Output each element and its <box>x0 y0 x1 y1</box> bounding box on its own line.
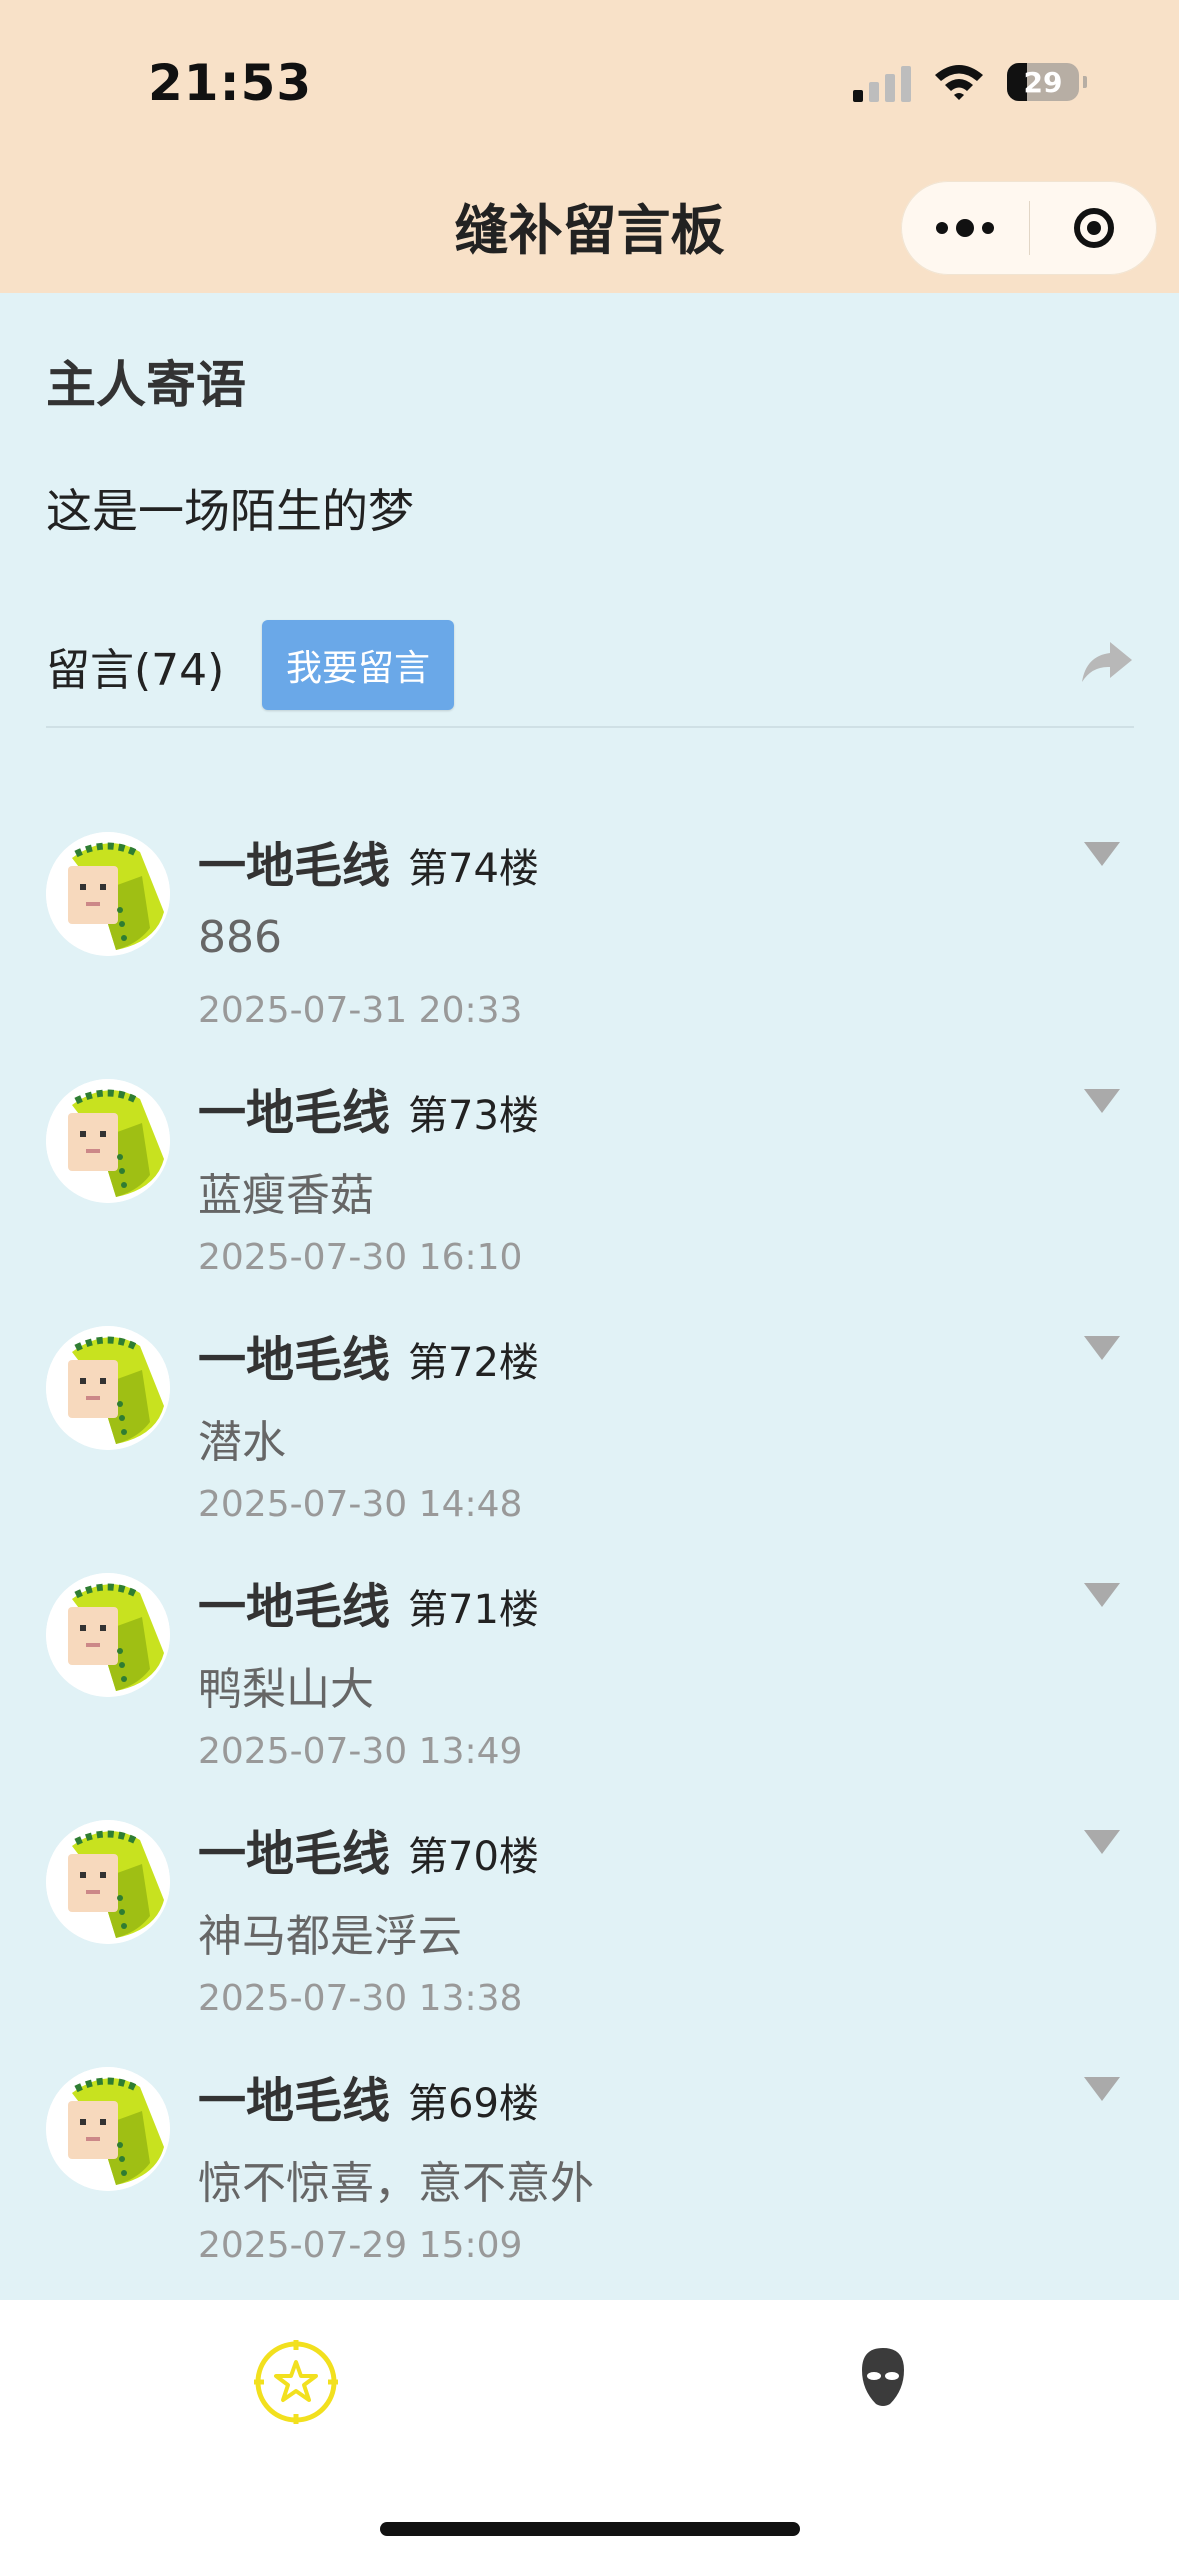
comment-item: 一地毛线 第73楼 蓝瘦香菇 2025-07-30 16:10 <box>46 1079 1136 1319</box>
signal-icon <box>853 62 911 102</box>
comment-header: 一地毛线 第70楼 <box>198 1814 539 1884</box>
comment-floor: 第72楼 <box>408 1340 539 1386</box>
avatar[interactable] <box>46 1079 170 1203</box>
mask-icon[interactable] <box>860 2346 906 2408</box>
comment-author: 一地毛线 <box>198 1332 391 1388</box>
comment-item: 一地毛线 第74楼 886 2025-07-31 20:33 <box>46 832 1136 1072</box>
comment-item: 一地毛线 第71楼 鸭梨山大 2025-07-30 13:49 <box>46 1573 1136 1813</box>
tab-bar <box>0 2300 1179 2556</box>
comment-item: 一地毛线 第69楼 惊不惊喜，意不意外 2025-07-29 15:09 <box>46 2067 1136 2307</box>
messages-bar: 留言(74) 我要留言 <box>46 620 1134 728</box>
write-message-button[interactable]: 我要留言 <box>262 620 454 710</box>
comment-header: 一地毛线 第74楼 <box>198 826 539 896</box>
comment-author: 一地毛线 <box>198 1085 391 1141</box>
comment-author: 一地毛线 <box>198 1826 391 1882</box>
comment-header: 一地毛线 第72楼 <box>198 1320 539 1390</box>
star-compass-icon[interactable] <box>254 2340 338 2424</box>
top-bar: 21:53 29 缝补留言板 <box>0 0 1179 293</box>
comment-header: 一地毛线 第71楼 <box>198 1567 539 1637</box>
caret-down-icon[interactable] <box>1084 1830 1120 1854</box>
avatar[interactable] <box>46 2067 170 2191</box>
battery-level: 29 <box>1023 65 1063 99</box>
comment-content: 蓝瘦香菇 <box>198 1170 374 1221</box>
caret-down-icon[interactable] <box>1084 1583 1120 1607</box>
comment-floor: 第73楼 <box>408 1093 539 1139</box>
avatar[interactable] <box>46 832 170 956</box>
comment-author: 一地毛线 <box>198 838 391 894</box>
comment-content: 惊不惊喜，意不意外 <box>198 2158 594 2209</box>
comment-item: 一地毛线 第72楼 潜水 2025-07-30 14:48 <box>46 1326 1136 1566</box>
wifi-icon <box>935 65 983 100</box>
share-arrow-icon[interactable] <box>1078 634 1134 690</box>
caret-down-icon[interactable] <box>1084 842 1120 866</box>
comment-header: 一地毛线 第69楼 <box>198 2061 539 2131</box>
more-dots-icon[interactable] <box>901 181 1029 275</box>
comment-author: 一地毛线 <box>198 2073 391 2129</box>
avatar[interactable] <box>46 1820 170 1944</box>
comment-date: 2025-07-31 20:33 <box>198 990 523 1031</box>
comment-date: 2025-07-29 15:09 <box>198 2225 523 2266</box>
section-title: 主人寄语 <box>46 356 246 414</box>
battery-icon: 29 <box>1007 63 1087 101</box>
comment-floor: 第71楼 <box>408 1587 539 1633</box>
comment-date: 2025-07-30 14:48 <box>198 1484 523 1525</box>
avatar[interactable] <box>46 1326 170 1450</box>
caret-down-icon[interactable] <box>1084 2077 1120 2101</box>
comment-date: 2025-07-30 13:49 <box>198 1731 523 1772</box>
comment-date: 2025-07-30 13:38 <box>198 1978 523 2019</box>
comment-author: 一地毛线 <box>198 1579 391 1635</box>
home-indicator <box>380 2522 800 2536</box>
caret-down-icon[interactable] <box>1084 1089 1120 1113</box>
status-time: 21:53 <box>148 54 313 112</box>
message-count: 留言(74) <box>46 645 225 696</box>
comment-content: 886 <box>198 912 282 963</box>
comment-content: 潜水 <box>198 1417 286 1468</box>
mini-program-capsule <box>901 181 1157 275</box>
comment-item: 一地毛线 第70楼 神马都是浮云 2025-07-30 13:38 <box>46 1820 1136 2060</box>
caret-down-icon[interactable] <box>1084 1336 1120 1360</box>
comment-content: 鸭梨山大 <box>198 1664 374 1715</box>
avatar[interactable] <box>46 1573 170 1697</box>
comment-floor: 第74楼 <box>408 846 539 892</box>
host-message: 这是一场陌生的梦 <box>46 484 414 538</box>
comment-floor: 第70楼 <box>408 1834 539 1880</box>
target-close-icon[interactable] <box>1030 181 1157 275</box>
comment-header: 一地毛线 第73楼 <box>198 1073 539 1143</box>
comment-floor: 第69楼 <box>408 2081 539 2127</box>
comment-date: 2025-07-30 16:10 <box>198 1237 523 1278</box>
status-icons: 29 <box>853 62 1087 102</box>
comment-content: 神马都是浮云 <box>198 1911 462 1962</box>
